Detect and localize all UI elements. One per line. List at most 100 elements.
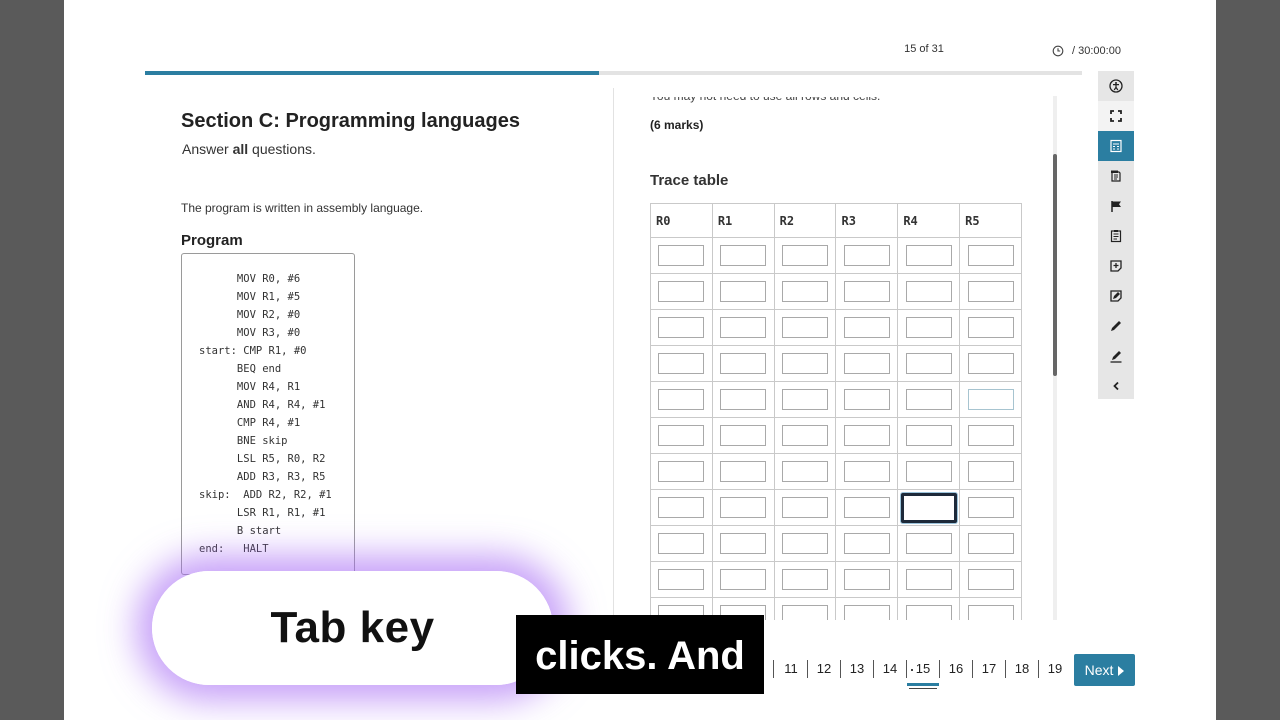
trace-cell-input[interactable] [905, 425, 952, 446]
tool-button-chevron-left[interactable] [1098, 371, 1134, 401]
tool-button-formula-sheet[interactable] [1098, 161, 1134, 191]
trace-cell [897, 273, 961, 310]
page-button[interactable]: 16 [940, 652, 972, 686]
trace-cell-input[interactable] [843, 353, 890, 374]
trace-cell-input[interactable] [843, 533, 890, 554]
trace-cell-input[interactable] [967, 353, 1014, 374]
trace-cell-input[interactable] [782, 245, 829, 266]
tool-button-accessibility[interactable] [1098, 71, 1134, 101]
trace-cell-input[interactable] [967, 317, 1014, 338]
trace-cell-input[interactable] [658, 425, 705, 446]
trace-cell-input[interactable] [720, 569, 767, 590]
tool-button-pencil[interactable] [1098, 311, 1134, 341]
trace-cell-input[interactable] [843, 245, 890, 266]
caption-pill: Tab key [152, 571, 553, 685]
trace-cell-input[interactable] [782, 317, 829, 338]
program-code-box: MOV R0, #6 MOV R1, #5 MOV R2, #0 MOV R3,… [181, 253, 355, 575]
fullscreen-icon [1110, 110, 1122, 122]
trace-cell-input[interactable] [720, 425, 767, 446]
trace-cell-input[interactable] [967, 389, 1014, 410]
progress-fill [145, 71, 600, 75]
trace-cell-input[interactable] [900, 492, 957, 523]
trace-cell-input[interactable] [905, 281, 952, 302]
page-button[interactable]: 13 [841, 652, 873, 686]
tool-button-calculator[interactable] [1098, 131, 1134, 161]
trace-cell-input[interactable] [905, 569, 952, 590]
trace-cell-input[interactable] [658, 497, 705, 518]
trace-cell-input[interactable] [843, 497, 890, 518]
trace-cell-input[interactable] [967, 281, 1014, 302]
trace-cell-input[interactable] [905, 245, 952, 266]
code-line: MOV R2, #0 [199, 309, 301, 321]
trace-cell-input[interactable] [967, 425, 1014, 446]
trace-cell-input[interactable] [967, 569, 1014, 590]
page-button[interactable]: 14 [874, 652, 906, 686]
trace-cell-input[interactable] [720, 353, 767, 374]
page-button[interactable]: 11 [775, 652, 807, 686]
trace-cell-input[interactable] [967, 497, 1014, 518]
tool-button-flag[interactable] [1098, 191, 1134, 221]
trace-cell-input[interactable] [720, 281, 767, 302]
trace-cell-input[interactable] [658, 461, 705, 482]
scrollbar-thumb[interactable] [1053, 154, 1057, 376]
code-line: CMP R4, #1 [199, 417, 301, 429]
tool-button-edit-note[interactable] [1098, 281, 1134, 311]
trace-cell-input[interactable] [843, 425, 890, 446]
trace-cell-input[interactable] [782, 497, 829, 518]
trace-cell-input[interactable] [720, 461, 767, 482]
trace-cell-input[interactable] [658, 317, 705, 338]
trace-cell-input[interactable] [905, 317, 952, 338]
tool-button-highlighter[interactable] [1098, 341, 1134, 371]
trace-cell-input[interactable] [967, 245, 1014, 266]
pager-separator [773, 660, 774, 678]
trace-cell-input[interactable] [782, 533, 829, 554]
trace-cell-input[interactable] [843, 317, 890, 338]
page-button[interactable]: 12 [808, 652, 840, 686]
trace-cell-input[interactable] [658, 389, 705, 410]
trace-cell-input[interactable] [658, 533, 705, 554]
trace-cell-input[interactable] [967, 533, 1014, 554]
trace-cell-input[interactable] [843, 461, 890, 482]
trace-cell-input[interactable] [658, 245, 705, 266]
code-line: MOV R4, R1 [199, 381, 301, 393]
trace-cell-input[interactable] [782, 389, 829, 410]
trace-cell-input[interactable] [782, 569, 829, 590]
tool-button-add-note[interactable] [1098, 251, 1134, 281]
tool-button-fullscreen[interactable] [1098, 101, 1134, 131]
answer-scrollbar[interactable] [1053, 96, 1057, 620]
code-line: MOV R1, #5 [199, 291, 301, 303]
trace-cell-input[interactable] [658, 281, 705, 302]
trace-cell-input[interactable] [905, 533, 952, 554]
trace-cell-input[interactable] [658, 569, 705, 590]
trace-cell-input[interactable] [782, 353, 829, 374]
tool-button-notepad[interactable] [1098, 221, 1134, 251]
page-button[interactable]: 18 [1006, 652, 1038, 686]
question-counter: 15 of 31 [904, 43, 944, 55]
trace-cell-input[interactable] [720, 245, 767, 266]
trace-cell [835, 525, 899, 562]
page-button[interactable]: 17 [973, 652, 1005, 686]
trace-cell-input[interactable] [720, 497, 767, 518]
trace-cell-input[interactable] [720, 389, 767, 410]
caret-right-icon [1118, 666, 1125, 676]
trace-cell-input[interactable] [782, 461, 829, 482]
pane-divider [613, 88, 614, 628]
trace-cell-input[interactable] [843, 389, 890, 410]
trace-cell-input[interactable] [967, 461, 1014, 482]
trace-cell-input[interactable] [720, 317, 767, 338]
trace-cell-input[interactable] [658, 353, 705, 374]
trace-cell-input[interactable] [720, 533, 767, 554]
next-button[interactable]: Next [1074, 654, 1135, 686]
trace-cell-input[interactable] [782, 425, 829, 446]
trace-cell-input[interactable] [843, 569, 890, 590]
trace-cell-input[interactable] [905, 389, 952, 410]
trace-cell-input[interactable] [782, 281, 829, 302]
pencil-icon [1111, 321, 1121, 331]
trace-cell [959, 309, 1022, 346]
page-button[interactable]: 15 [907, 652, 939, 689]
trace-cell-input[interactable] [905, 461, 952, 482]
trace-cell [959, 453, 1022, 490]
trace-cell-input[interactable] [905, 353, 952, 374]
trace-cell-input[interactable] [843, 281, 890, 302]
page-button[interactable]: 19 [1039, 652, 1071, 686]
